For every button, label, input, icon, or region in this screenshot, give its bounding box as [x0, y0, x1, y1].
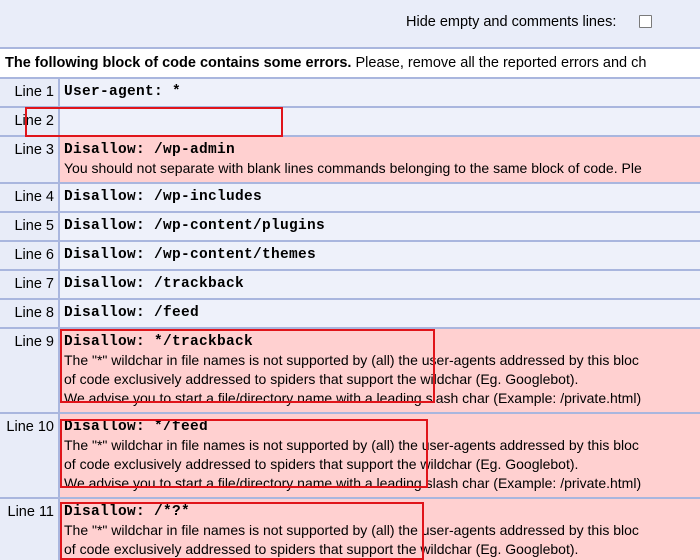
line-number: Line 6	[14, 247, 54, 263]
options-bar: Hide empty and comments lines:	[0, 0, 700, 47]
code-row: Line 5 Disallow: /wp-content/plugins	[0, 213, 700, 242]
error-notice-title: The following block of code contains som…	[5, 55, 352, 71]
error-message-line: of code exclusively addressed to spiders…	[64, 541, 579, 557]
code-row: Line 1 User-agent: *	[0, 79, 700, 108]
error-message-line: The "*" wildchar in file names is not su…	[64, 437, 639, 453]
code-row: Line 8 Disallow: /feed	[0, 300, 700, 329]
code-row: Line 2	[0, 108, 700, 137]
code-row-error: Line 10 Disallow: */feed The "*" wildcha…	[0, 414, 700, 499]
code-cell: Disallow: /feed	[60, 300, 700, 327]
line-number: Line 8	[14, 305, 54, 321]
code-text: Disallow: /feed	[64, 305, 200, 321]
line-number-cell: Line 2	[0, 108, 60, 135]
line-number: Line 9	[14, 334, 54, 350]
error-message-line: of code exclusively addressed to spiders…	[64, 456, 579, 472]
code-row: Line 4 Disallow: /wp-includes	[0, 184, 700, 213]
error-message: The "*" wildchar in file names is not su…	[64, 436, 700, 493]
code-cell: Disallow: /wp-content/plugins	[60, 213, 700, 240]
code-text: Disallow: /wp-content/themes	[64, 247, 317, 263]
line-number: Line 5	[14, 218, 54, 234]
code-row: Line 6 Disallow: /wp-content/themes	[0, 242, 700, 271]
code-text: Disallow: /trackback	[64, 276, 245, 292]
code-text: User-agent: *	[64, 84, 182, 100]
hide-lines-label: Hide empty and comments lines:	[406, 14, 617, 30]
line-number-cell: Line 3	[0, 137, 60, 182]
error-message-line: The "*" wildchar in file names is not su…	[64, 352, 639, 368]
line-number: Line 7	[14, 276, 54, 292]
line-number: Line 4	[14, 189, 54, 205]
line-number-cell: Line 8	[0, 300, 60, 327]
error-notice-text: Please, remove all the reported errors a…	[351, 55, 647, 71]
error-message-line: We advise you to start a file/directory …	[64, 390, 642, 406]
line-number-cell: Line 10	[0, 414, 60, 497]
error-message-line: We advise you to start a file/directory …	[64, 475, 642, 491]
line-number: Line 1	[14, 84, 54, 100]
error-message-line: of code exclusively addressed to spiders…	[64, 371, 579, 387]
code-cell: Disallow: */feed The "*" wildchar in fil…	[60, 414, 700, 497]
line-number-cell: Line 6	[0, 242, 60, 269]
code-cell: Disallow: /wp-admin You should not separ…	[60, 137, 700, 182]
code-row-error: Line 3 Disallow: /wp-admin You should no…	[0, 137, 700, 184]
code-cell: Disallow: /trackback	[60, 271, 700, 298]
code-cell: User-agent: *	[60, 79, 700, 106]
line-number: Line 3	[14, 142, 54, 158]
code-row-error: Line 9 Disallow: */trackback The "*" wil…	[0, 329, 700, 414]
error-message-line: You should not separate with blank lines…	[64, 160, 642, 176]
code-cell: Disallow: /wp-includes	[60, 184, 700, 211]
line-number-cell: Line 5	[0, 213, 60, 240]
code-text: Disallow: /wp-content/plugins	[64, 218, 326, 234]
line-number-cell: Line 11	[0, 499, 60, 560]
code-cell	[60, 108, 700, 135]
code-cell: Disallow: */trackback The "*" wildchar i…	[60, 329, 700, 412]
code-text: Disallow: /*?*	[64, 504, 191, 520]
line-number-cell: Line 1	[0, 79, 60, 106]
line-number: Line 11	[7, 504, 55, 520]
error-message: The "*" wildchar in file names is not su…	[64, 521, 700, 559]
code-text: Disallow: */trackback	[64, 334, 254, 350]
hide-lines-checkbox[interactable]	[639, 15, 652, 28]
code-cell: Disallow: /*?* The "*" wildchar in file …	[60, 499, 700, 560]
line-number-cell: Line 7	[0, 271, 60, 298]
code-cell: Disallow: /wp-content/themes	[60, 242, 700, 269]
code-row-error: Line 11 Disallow: /*?* The "*" wildchar …	[0, 499, 700, 560]
error-message: The "*" wildchar in file names is not su…	[64, 351, 700, 408]
line-number-cell: Line 9	[0, 329, 60, 412]
line-number: Line 2	[14, 113, 54, 129]
code-text: Disallow: /wp-admin	[64, 142, 236, 158]
line-number: Line 10	[6, 419, 54, 435]
error-message-line: The "*" wildchar in file names is not su…	[64, 522, 639, 538]
error-message: You should not separate with blank lines…	[64, 159, 700, 178]
error-notice: The following block of code contains som…	[0, 47, 700, 79]
line-number-cell: Line 4	[0, 184, 60, 211]
code-row: Line 7 Disallow: /trackback	[0, 271, 700, 300]
code-text: Disallow: /wp-includes	[64, 189, 263, 205]
code-text: Disallow: */feed	[64, 419, 209, 435]
